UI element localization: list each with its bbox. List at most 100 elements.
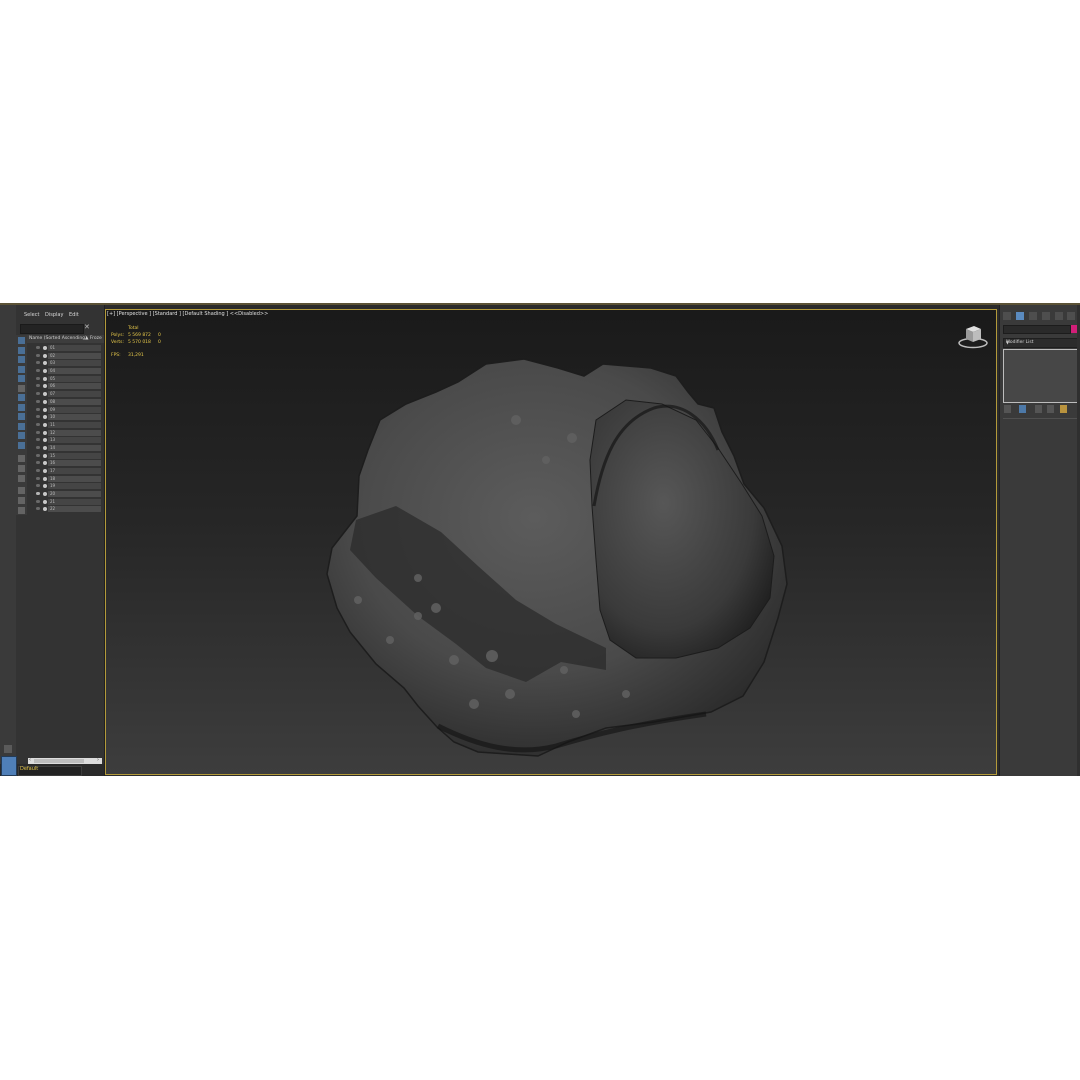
containers-filter-icon[interactable] — [18, 442, 25, 449]
list-item[interactable]: 04 — [27, 367, 102, 375]
list-item[interactable]: 06 — [27, 382, 102, 390]
visibility-eye-icon[interactable] — [36, 445, 40, 449]
list-item[interactable]: 19 — [27, 482, 102, 490]
filter-icon[interactable] — [18, 497, 25, 504]
close-icon[interactable]: ✕ — [84, 323, 90, 331]
spacewarps-filter-icon[interactable] — [18, 404, 25, 411]
display-all-icon[interactable] — [18, 347, 25, 354]
perspective-viewport[interactable]: [+] [Perspective ] [Standard ] [Default … — [105, 309, 997, 775]
list-item[interactable]: 08 — [27, 398, 102, 406]
helpers-filter-icon[interactable] — [18, 394, 25, 401]
column-frozen[interactable]: ▲ Froze — [85, 335, 102, 343]
visibility-eye-icon[interactable] — [36, 369, 40, 373]
bones-filter-icon[interactable] — [18, 432, 25, 439]
object-name: 07 — [50, 391, 56, 397]
groups-filter-icon[interactable] — [18, 413, 25, 420]
list-item[interactable]: 17 — [27, 467, 102, 475]
list-item[interactable]: 02 — [27, 352, 102, 360]
list-item[interactable]: 01 — [27, 344, 102, 352]
viewport-label[interactable]: [+] [Perspective ] [Standard ] [Default … — [107, 311, 268, 317]
display-tab-icon[interactable] — [1055, 312, 1063, 320]
sort-icon[interactable] — [18, 487, 25, 494]
visibility-eye-icon[interactable] — [36, 376, 40, 380]
list-item[interactable]: 16 — [27, 459, 102, 467]
display-none-icon[interactable] — [18, 337, 25, 344]
visibility-eye-icon[interactable] — [36, 392, 40, 396]
list-item[interactable]: 07 — [27, 390, 102, 398]
explorer-search-input[interactable] — [20, 324, 84, 334]
list-item[interactable]: 11 — [27, 421, 102, 429]
list-item[interactable]: 15 — [27, 452, 102, 460]
utilities-tab-icon[interactable] — [1067, 312, 1075, 320]
list-item[interactable]: 21 — [27, 498, 102, 506]
list-item[interactable]: 22 — [27, 505, 102, 513]
lights-filter-icon[interactable] — [18, 375, 25, 382]
frozen-filter-icon[interactable] — [18, 455, 25, 462]
menu-select[interactable]: Select — [24, 312, 39, 318]
layer-explorer-icon[interactable] — [1, 756, 17, 776]
xrefs-filter-icon[interactable] — [18, 423, 25, 430]
visibility-eye-icon[interactable] — [36, 499, 40, 503]
scroll-right-icon[interactable]: › — [97, 757, 99, 763]
visibility-eye-icon[interactable] — [36, 469, 40, 472]
visibility-eye-icon[interactable] — [36, 407, 40, 411]
list-item[interactable]: 05 — [27, 375, 102, 383]
scrollbar-thumb[interactable] — [34, 759, 84, 763]
object-name-field[interactable] — [1003, 325, 1071, 334]
visibility-eye-icon[interactable] — [36, 438, 40, 442]
scroll-left-icon[interactable]: ‹ — [29, 757, 31, 763]
object-type-icon — [43, 499, 47, 504]
shapes-filter-icon[interactable] — [18, 366, 25, 373]
remove-modifier-icon[interactable] — [1047, 405, 1054, 413]
visibility-eye-icon[interactable] — [36, 492, 40, 496]
list-item[interactable]: 09 — [27, 406, 102, 414]
visibility-eye-icon[interactable] — [36, 353, 40, 357]
list-item[interactable]: 20 — [27, 490, 102, 498]
row-background — [48, 468, 101, 474]
cameras-filter-icon[interactable] — [18, 385, 25, 392]
list-item[interactable]: 13 — [27, 436, 102, 444]
list-item[interactable]: 14 — [27, 444, 102, 452]
layers-icon[interactable] — [18, 475, 25, 482]
fps-label: FPS: — [111, 353, 121, 358]
configure-modifier-sets-icon[interactable] — [1060, 405, 1067, 413]
visibility-eye-icon[interactable] — [36, 430, 40, 434]
visibility-eye-icon[interactable] — [36, 476, 40, 480]
viewcube-icon[interactable] — [958, 321, 988, 349]
visibility-eye-icon[interactable] — [36, 422, 40, 426]
visibility-eye-icon[interactable] — [36, 399, 40, 403]
visibility-eye-icon[interactable] — [36, 453, 40, 457]
modifier-list-dropdown[interactable]: Modifier List ▼ — [1003, 338, 1079, 348]
motion-tab-icon[interactable] — [1042, 312, 1050, 320]
rock-mesh[interactable] — [106, 310, 996, 774]
list-item[interactable]: 03 — [27, 359, 102, 367]
list-item[interactable]: 18 — [27, 475, 102, 483]
menu-edit[interactable]: Edit — [69, 312, 79, 318]
hierarchy-tab-icon[interactable] — [1029, 312, 1037, 320]
column-name[interactable]: Name (Sorted Ascending) — [29, 335, 87, 343]
visibility-eye-icon[interactable] — [36, 484, 40, 488]
row-background — [48, 452, 101, 459]
show-end-result-icon[interactable] — [1019, 405, 1026, 413]
list-item[interactable]: 10 — [27, 413, 102, 421]
app-window: Select Display Edit ✕ Name (Sorted Ascen… — [0, 303, 1080, 776]
visibility-eye-icon[interactable] — [36, 384, 40, 388]
object-name: 13 — [50, 437, 56, 443]
visibility-eye-icon[interactable] — [36, 507, 40, 511]
object-name: 15 — [50, 452, 56, 458]
select-box-icon[interactable] — [18, 507, 25, 514]
make-unique-icon[interactable] — [1035, 405, 1042, 413]
expand-icon[interactable] — [4, 745, 12, 753]
visibility-eye-icon[interactable] — [36, 346, 40, 349]
modify-tab-icon[interactable] — [1016, 312, 1024, 320]
hidden-filter-icon[interactable] — [18, 465, 25, 472]
visibility-eye-icon[interactable] — [36, 461, 40, 465]
visibility-eye-icon[interactable] — [36, 415, 40, 419]
modifier-stack[interactable] — [1003, 349, 1078, 403]
geometry-filter-icon[interactable] — [18, 356, 25, 363]
create-tab-icon[interactable] — [1003, 312, 1011, 320]
pin-stack-icon[interactable] — [1004, 405, 1011, 413]
menu-display[interactable]: Display — [45, 312, 63, 318]
list-item[interactable]: 12 — [27, 429, 102, 437]
visibility-eye-icon[interactable] — [36, 361, 40, 365]
